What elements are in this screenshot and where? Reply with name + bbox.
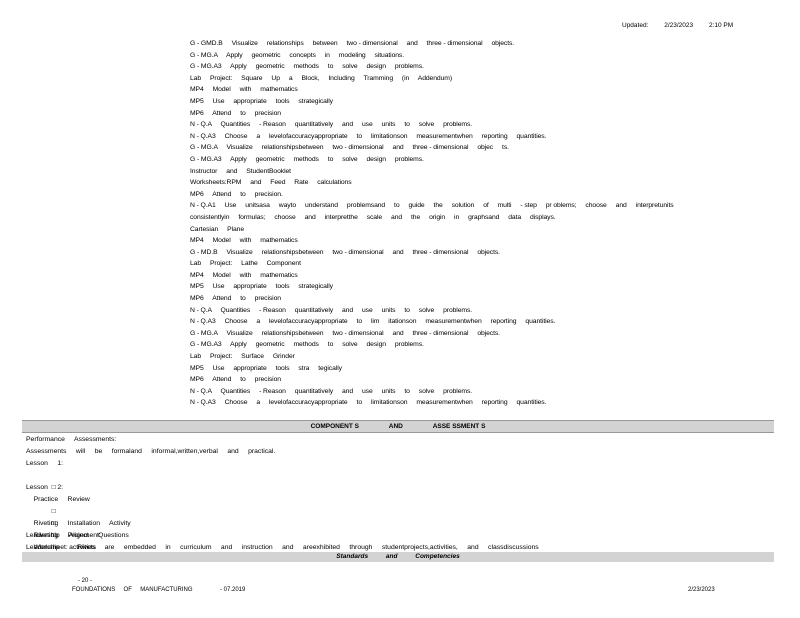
standard-line: N - Q.A3 Choose a levelofaccuracyappropr… (190, 318, 556, 326)
standard-line: G - MG.A Apply geometric concepts in mod… (190, 51, 405, 59)
standard-line: Instructor and StudentBooklet (190, 167, 291, 175)
updated-stamp: Updated: 2/23/2023 2:10 PM (622, 22, 747, 29)
lesson-1-item: □ Practice Review (26, 470, 766, 503)
standard-line: G - MG.A3 Apply geometric methods to sol… (190, 341, 424, 349)
assessments-line: Assessments will be formaland informal,w… (26, 448, 276, 455)
and-word: and (385, 553, 398, 560)
performance-heading: Performance Assessments: (26, 436, 117, 443)
standard-line: MP6 Attend to precision (190, 109, 281, 117)
lesson-1-heading: Lesson 1: (26, 460, 64, 467)
competencies-word: Competencies (415, 553, 460, 560)
standards-competencies-bar: Standards and Competencies (22, 552, 774, 562)
standard-line: Lab Project: Surface Grinder (190, 353, 295, 361)
lesson-2-item: □ Riveting Project Questions (26, 506, 766, 539)
standard-line: MP6 Attend to precision (190, 295, 281, 303)
standard-line: Lab Project: Lathe Component (190, 260, 301, 268)
worksheet-item: □ Worksheet: Rivets – What’s the Chance? (26, 518, 766, 565)
standard-line: MP5 Use appropriate tools strategically (190, 283, 333, 291)
updated-date: 2/23/2023 (664, 22, 694, 29)
standard-line: MP4 Model with mathematics (190, 237, 298, 245)
components-assessments-bar: COMPONENT S AND ASSE SSMENT S (22, 420, 774, 433)
standard-line: N - Q.A3 Choose a levelofaccuracyappropr… (190, 132, 547, 140)
standard-line: N - Q.A Quantities - Reason quantitative… (190, 306, 473, 314)
course-title: FOUNDATIONS OF MANUFACTURING (72, 587, 193, 593)
standard-line: MP6 Attend to precision. (190, 190, 283, 198)
standard-line: MP4 Model with mathematics (190, 86, 298, 94)
standard-line: G - MD.B Visualize relationshipsbetween … (190, 248, 500, 256)
bullet-icon: □ (51, 520, 56, 527)
standard-line: Cartesian Plane (190, 225, 245, 233)
bullet-icon: □ (51, 508, 56, 515)
standard-line: Lab Project: Square Up a Block, Includin… (190, 74, 452, 82)
standard-line: MP6 Attend to precision (190, 376, 281, 384)
standard-line: G - MG.A3 Apply geometric methods to sol… (190, 155, 424, 163)
updated-label: Updated: (622, 22, 649, 29)
performance-section: Performance Assessments: Assessments wil… (26, 434, 766, 565)
updated-time: 2:10 PM (708, 22, 734, 29)
version-label: - 07.2019 (220, 587, 246, 593)
standard-line: G - GMD.B Visualize relationships betwee… (190, 40, 515, 47)
assessments-word: ASSE SSMENT S (432, 423, 486, 430)
standard-line: Worksheets:RPM and Feed Rate calculation… (190, 179, 352, 187)
standard-line: N - Q.A Quantities - Reason quantitative… (190, 387, 473, 395)
standard-line: G - MG.A Visualize relationshipsbetween … (190, 144, 509, 152)
standards-word: Standards (336, 553, 369, 560)
standards-list: G - GMD.B Visualize relationships betwee… (190, 38, 750, 409)
standard-line: MP5 Use appropriate tools strategically (190, 97, 333, 105)
lesson-2-item: □ Riveting Installation Activity (26, 494, 766, 527)
leadership-heading: Leadership Alignment: (26, 532, 101, 539)
standard-line: G - MG.A3 Apply geometric methods to sol… (190, 63, 424, 71)
lesson-2-heading: Lesson 2: (26, 484, 64, 491)
page-number: - 20 - (78, 578, 93, 584)
and-word: AND (388, 423, 403, 430)
standard-line: N - Q.A Quantities - Reason quantitative… (190, 121, 473, 129)
standard-line: consistentlyin formulas; choose and inte… (190, 213, 556, 221)
standard-line: N - Q.A3 Choose a levelofaccuracyappropr… (190, 399, 547, 407)
standard-line: G - MG.A Visualize relationshipsbetween … (190, 329, 500, 337)
footer-date: 2/23/2023 (688, 587, 715, 593)
lesson-1-item-text: Practice Review (33, 496, 90, 503)
standard-line: N - Q.A1 Use unitsasa wayto understand p… (190, 202, 674, 210)
components-word: COMPONENT S (310, 423, 359, 430)
standard-line: MP5 Use appropriate tools stra tegically (190, 364, 342, 372)
standard-line: MP4 Model with mathematics (190, 271, 298, 279)
